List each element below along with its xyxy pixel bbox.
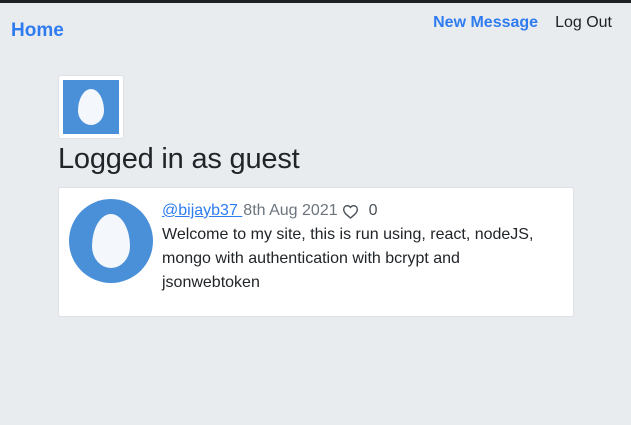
message-avatar xyxy=(69,199,153,283)
new-message-link[interactable]: New Message xyxy=(433,14,538,32)
page-title: Logged in as guest xyxy=(58,143,300,175)
profile-avatar-background xyxy=(63,80,119,134)
message-date: 8th Aug 2021 xyxy=(243,202,338,219)
like-count: 0 xyxy=(368,202,378,219)
home-link[interactable]: Home xyxy=(11,20,64,42)
message-meta: @bijayb37 8th Aug 2021 0 xyxy=(162,199,562,223)
egg-icon xyxy=(78,89,104,125)
message-card: @bijayb37 8th Aug 2021 0 Welcome to my s… xyxy=(58,187,574,317)
egg-icon xyxy=(92,214,130,268)
nav-links: New Message Log Out xyxy=(433,14,612,32)
heart-icon[interactable] xyxy=(342,204,359,219)
message-body: @bijayb37 8th Aug 2021 0 Welcome to my s… xyxy=(162,199,562,295)
profile-avatar xyxy=(58,75,124,139)
top-bar xyxy=(0,0,631,3)
message-text: Welcome to my site, this is run using, r… xyxy=(162,226,534,291)
message-username-link[interactable]: @bijayb37 xyxy=(162,199,238,223)
logout-link[interactable]: Log Out xyxy=(555,14,612,32)
